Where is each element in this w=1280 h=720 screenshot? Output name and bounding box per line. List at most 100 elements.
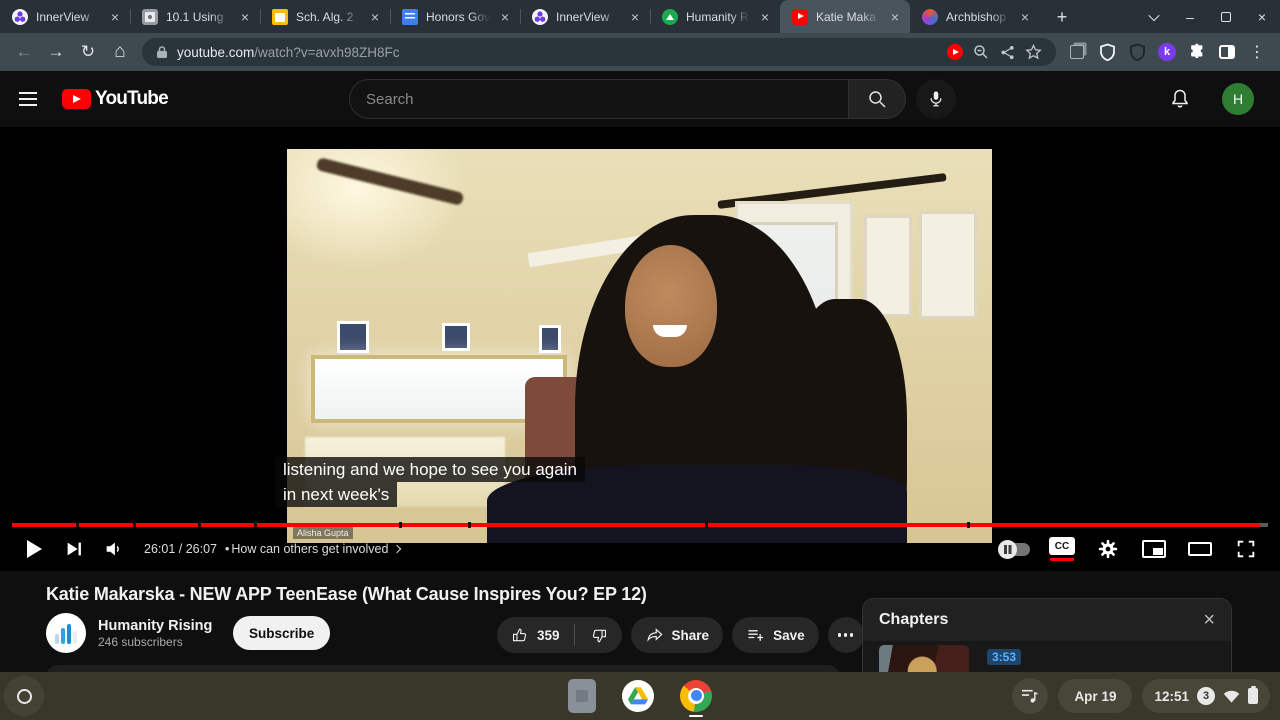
close-window-button[interactable]: × xyxy=(1244,0,1280,33)
copy-extension-icon[interactable] xyxy=(1062,37,1092,67)
tab-sch-alg[interactable]: Sch. Alg. 2 × xyxy=(260,0,390,33)
tab-humanity-rising[interactable]: Humanity R × xyxy=(650,0,780,33)
youtube-favicon xyxy=(792,8,808,25)
search-input[interactable] xyxy=(366,90,832,108)
dislike-button[interactable] xyxy=(575,626,622,645)
extensions-puzzle-icon[interactable] xyxy=(1182,37,1212,67)
tab-close-icon[interactable]: × xyxy=(758,9,772,25)
caption-line: in next week's xyxy=(275,482,398,507)
side-panel-icon[interactable] xyxy=(1212,37,1242,67)
date-pill[interactable]: Apr 19 xyxy=(1058,679,1133,713)
tab-archbishop[interactable]: Archbishop × xyxy=(910,0,1040,33)
address-bar[interactable]: youtube.com/watch?v=avxh98ZH8Fc xyxy=(142,38,1056,66)
channel-avatar[interactable] xyxy=(46,613,86,653)
video-title: Katie Makarska - NEW APP TeenEase (What … xyxy=(46,584,647,604)
fullscreen-icon[interactable] xyxy=(1226,529,1266,569)
tab-innerview-1[interactable]: InnerView × xyxy=(0,0,130,33)
share-button[interactable]: Share xyxy=(630,617,724,653)
menu-hamburger-icon[interactable] xyxy=(8,79,48,119)
captions-toggle-button[interactable]: CC xyxy=(1042,529,1082,569)
channel-name[interactable]: Humanity Rising xyxy=(98,617,213,635)
save-button[interactable]: Save xyxy=(732,617,819,653)
search-button[interactable] xyxy=(849,79,906,119)
account-avatar[interactable]: H xyxy=(1222,83,1254,115)
tab-innerview-2[interactable]: InnerView × xyxy=(520,0,650,33)
shield-dark-extension-icon[interactable] xyxy=(1122,37,1152,67)
tab-title: 10.1 Using xyxy=(166,9,224,24)
innerview-favicon xyxy=(532,8,548,25)
captions-overlay[interactable]: listening and we hope to see you again i… xyxy=(275,457,585,507)
launcher-button[interactable] xyxy=(4,676,44,716)
window-controls: – × xyxy=(1136,0,1280,33)
like-dislike-pill: 359 xyxy=(497,617,622,653)
battery-icon xyxy=(1248,685,1258,704)
chapter-button[interactable]: How can others get involved xyxy=(231,542,402,556)
scene-framed-photo xyxy=(539,325,561,353)
video-player[interactable]: Alisha Gupta listening and we hope to se… xyxy=(0,127,1280,571)
kami-extension-icon[interactable]: k xyxy=(1152,37,1182,67)
zoom-out-icon[interactable] xyxy=(968,39,994,65)
like-button[interactable]: 359 xyxy=(497,626,574,645)
chrome-app-wrap xyxy=(680,679,712,718)
restore-button[interactable] xyxy=(1208,0,1244,33)
scene-framed-photo xyxy=(442,323,470,351)
minimize-button[interactable]: – xyxy=(1172,0,1208,33)
browser-menu-icon[interactable]: ⋮ xyxy=(1242,37,1272,67)
chapter-timestamp[interactable]: 3:53 xyxy=(987,649,1022,665)
close-chapters-icon[interactable]: × xyxy=(1203,609,1215,632)
forward-icon[interactable]: → xyxy=(40,36,72,68)
voice-search-button[interactable] xyxy=(916,79,956,119)
settings-gear-icon[interactable] xyxy=(1088,529,1128,569)
tab-close-icon[interactable]: × xyxy=(1018,9,1032,25)
chapter-thumbnail[interactable] xyxy=(879,645,969,672)
chromeos-shelf: Apr 19 12:51 3 xyxy=(0,672,1280,720)
tab-close-icon[interactable]: × xyxy=(238,9,252,25)
volume-icon[interactable] xyxy=(94,529,134,569)
app-icon-generic[interactable] xyxy=(568,679,596,713)
tab-search-chevron-icon[interactable] xyxy=(1136,0,1172,33)
reload-icon[interactable]: ↻ xyxy=(72,36,104,68)
chapters-panel-header: Chapters × xyxy=(863,599,1231,641)
screen: InnerView × 10.1 Using × Sch. Alg. 2 × H… xyxy=(0,0,1280,720)
wifi-icon xyxy=(1223,690,1240,703)
bookmark-star-icon[interactable] xyxy=(1020,39,1046,65)
avatar-initial: H xyxy=(1232,91,1244,107)
autoplay-toggle[interactable] xyxy=(998,539,1030,559)
tab-close-icon[interactable]: × xyxy=(628,9,642,25)
tab-10-1-using[interactable]: 10.1 Using × xyxy=(130,0,260,33)
player-controls: 26:01 / 26:07 • How can others get invol… xyxy=(0,527,1280,571)
tab-katie-makarska-active[interactable]: Katie Maka × xyxy=(780,0,910,33)
like-count: 359 xyxy=(537,627,560,643)
play-button[interactable] xyxy=(14,529,54,569)
description-box-edge[interactable] xyxy=(46,665,840,672)
status-tray[interactable]: 12:51 3 xyxy=(1142,679,1270,713)
bullet-separator: • xyxy=(224,542,230,556)
tab-close-icon[interactable]: × xyxy=(888,9,902,25)
google-drive-icon[interactable] xyxy=(622,680,654,712)
tab-title: Honors Gov xyxy=(426,9,490,24)
youtube-site-icon[interactable] xyxy=(942,39,968,65)
new-tab-button[interactable]: + xyxy=(1048,3,1076,31)
share-page-icon[interactable] xyxy=(994,39,1020,65)
notifications-bell-icon[interactable] xyxy=(1168,87,1192,116)
more-actions-button[interactable] xyxy=(827,617,864,653)
chapter-list-item[interactable]: 3:53 xyxy=(863,641,1231,672)
tab-close-icon[interactable]: × xyxy=(498,9,512,25)
subscribe-button[interactable]: Subscribe xyxy=(233,616,331,650)
home-icon[interactable]: ⌂ xyxy=(104,36,136,68)
tab-honors-gov[interactable]: Honors Gov × xyxy=(390,0,520,33)
media-controls-button[interactable] xyxy=(1012,678,1049,714)
chrome-icon[interactable] xyxy=(680,679,712,712)
shelf-apps xyxy=(568,679,712,718)
youtube-logo[interactable]: YouTube xyxy=(62,88,169,110)
tab-close-icon[interactable]: × xyxy=(368,9,382,25)
theater-mode-icon[interactable] xyxy=(1180,529,1220,569)
tab-close-icon[interactable]: × xyxy=(108,9,122,25)
shield-light-extension-icon[interactable] xyxy=(1092,37,1122,67)
subscriber-count: 246 subscribers xyxy=(98,634,183,649)
next-button[interactable] xyxy=(54,529,94,569)
back-icon[interactable]: ← xyxy=(8,36,40,68)
miniplayer-icon[interactable] xyxy=(1134,529,1174,569)
caption-line: listening and we hope to see you again xyxy=(275,457,585,482)
notification-count-badge: 3 xyxy=(1197,687,1215,705)
